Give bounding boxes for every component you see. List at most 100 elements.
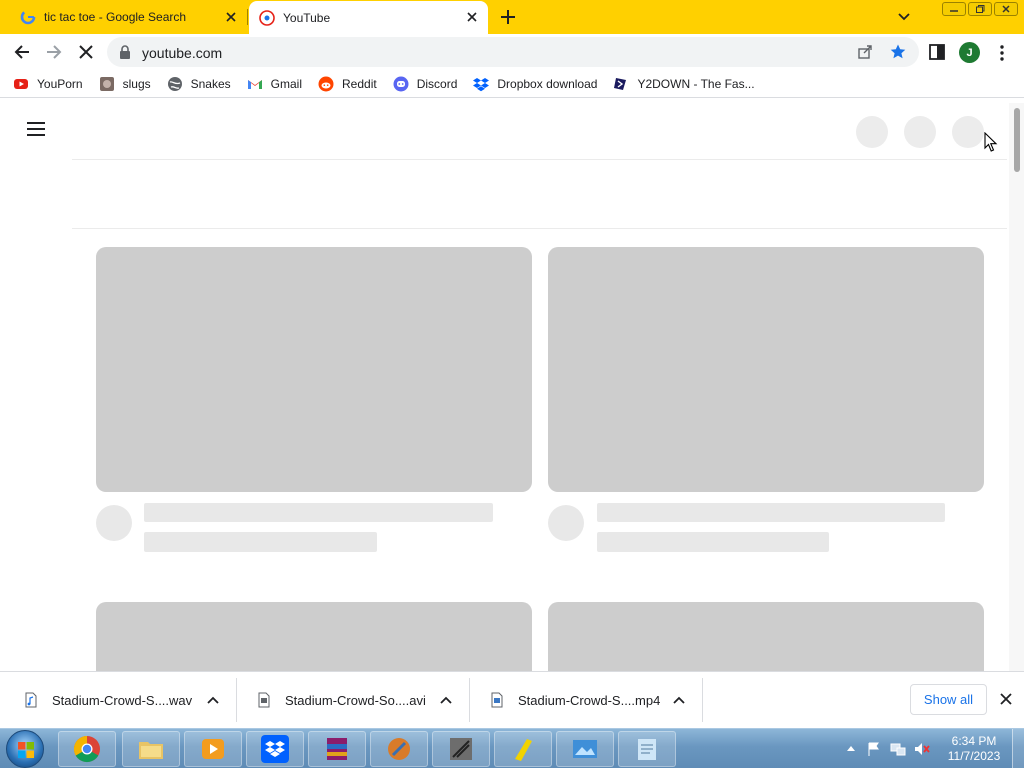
app-icon [388,738,410,760]
url-text[interactable]: youtube.com [142,45,222,61]
forward-arrow-icon[interactable] [45,43,63,61]
bookmark-star-icon[interactable] [889,43,907,61]
bookmark-dropbox[interactable]: Dropbox download [473,76,597,92]
volume-muted-icon[interactable] [914,741,930,757]
taskbar-dropbox[interactable] [246,731,304,767]
youporn-icon [14,78,28,89]
header-placeholder-circle [952,116,984,148]
show-desktop-button[interactable] [1012,729,1024,768]
download-item[interactable]: Stadium-Crowd-S....wav [23,680,235,720]
bookmark-label: Snakes [190,76,231,91]
system-tray: 6:34 PM 11/7/2023 [842,729,1024,768]
tab-strip: tic tac toe - Google Search YouTube [0,0,1024,35]
bookmark-reddit[interactable]: Reddit [318,76,377,92]
taskbar-notepad[interactable] [618,731,676,767]
taskbar-media-player[interactable] [184,731,242,767]
taskbar-winrar[interactable] [308,731,366,767]
bookmark-slugs[interactable]: slugs [99,76,151,92]
channel-avatar-placeholder [96,505,132,541]
scrollbar-thumb[interactable] [1014,108,1020,172]
downloads-bar: Stadium-Crowd-S....wav Stadium-Crowd-So.… [0,671,1024,728]
tab-youtube[interactable]: YouTube [249,1,488,35]
minimize-button[interactable] [942,2,966,16]
video-file-icon [258,692,270,708]
stop-loading-icon[interactable] [77,43,95,61]
system-clock[interactable]: 6:34 PM 11/7/2023 [934,734,1014,764]
youtube-icon [259,10,275,26]
tab-google-search[interactable]: tic tac toe - Google Search [0,0,247,34]
close-tab-icon[interactable] [466,11,478,23]
windows-taskbar: 6:34 PM 11/7/2023 [0,728,1024,768]
taskbar-chrome[interactable] [58,731,116,767]
browser-toolbar: youtube.com J [0,34,1024,70]
bookmark-label: YouPorn [37,76,83,91]
video-file-icon [491,692,503,708]
new-tab-icon[interactable] [499,8,517,26]
restore-button[interactable] [968,2,992,16]
taskbar-notes[interactable] [494,731,552,767]
close-icon [1002,5,1010,13]
window-controls [942,2,1018,16]
bookmark-y2down[interactable]: Y2DOWN - The Fas... [613,76,755,92]
divider [702,678,703,722]
profile-avatar[interactable]: J [959,42,980,63]
divider [236,678,237,722]
share-icon[interactable] [857,44,873,60]
taskbar-file-explorer[interactable] [122,731,180,767]
clock-time: 6:34 PM [951,734,997,748]
windows-logo-icon [18,742,34,758]
close-icon[interactable] [1000,693,1012,705]
network-icon[interactable] [890,741,906,757]
chevron-down-icon[interactable] [897,10,911,24]
minimize-icon [950,10,958,12]
download-item[interactable]: Stadium-Crowd-S....mp4 [489,680,701,720]
more-menu-icon[interactable] [997,44,1007,62]
show-all-button[interactable]: Show all [910,684,987,715]
bookmark-youporn[interactable]: YouPorn [13,76,83,92]
back-arrow-icon[interactable] [13,43,31,61]
title-placeholder [597,503,945,522]
channel-avatar-placeholder [548,505,584,541]
bookmark-discord[interactable]: Discord [393,76,457,92]
divider [469,678,470,722]
menu-icon[interactable] [27,122,45,136]
video-thumbnail-placeholder[interactable] [548,247,984,492]
divider [72,159,1007,160]
video-thumbnail-placeholder[interactable] [548,602,984,671]
slugs-icon [99,76,114,91]
app-icon [450,738,472,760]
divider [72,228,1007,229]
video-thumbnail-placeholder[interactable] [96,247,532,492]
header-placeholder-circle [904,116,936,148]
show-hidden-icons-icon[interactable] [846,744,856,752]
bookmark-snakes[interactable]: Snakes [167,76,231,92]
address-bar[interactable]: youtube.com [107,37,919,67]
chevron-up-icon[interactable] [440,696,452,704]
video-thumbnail-placeholder[interactable] [96,602,532,671]
bookmark-label: Dropbox download [497,76,598,91]
chrome-icon [73,735,100,763]
download-item[interactable]: Stadium-Crowd-So....avi [256,680,468,720]
download-filename: Stadium-Crowd-So....avi [285,692,426,708]
side-panel-icon[interactable] [929,44,945,60]
tab-title: YouTube [283,11,331,25]
page-scrollbar[interactable] [1009,103,1024,671]
close-window-button[interactable] [994,2,1018,16]
y2down-icon [614,77,627,90]
chevron-up-icon[interactable] [673,696,685,704]
dropbox-icon [261,735,289,763]
taskbar-photo-viewer[interactable] [556,731,614,767]
action-center-flag-icon[interactable] [866,741,882,757]
lock-icon[interactable] [119,45,131,59]
close-tab-icon[interactable] [225,11,237,23]
title-placeholder [144,503,493,522]
chevron-up-icon[interactable] [207,696,219,704]
bookmark-gmail[interactable]: Gmail [247,76,302,92]
restore-icon [976,5,985,13]
taskbar-app[interactable] [370,731,428,767]
file-explorer-icon [139,742,163,759]
notepad-icon [638,739,656,760]
start-button[interactable] [6,730,44,768]
audio-file-icon [25,692,37,708]
taskbar-app[interactable] [432,731,490,767]
